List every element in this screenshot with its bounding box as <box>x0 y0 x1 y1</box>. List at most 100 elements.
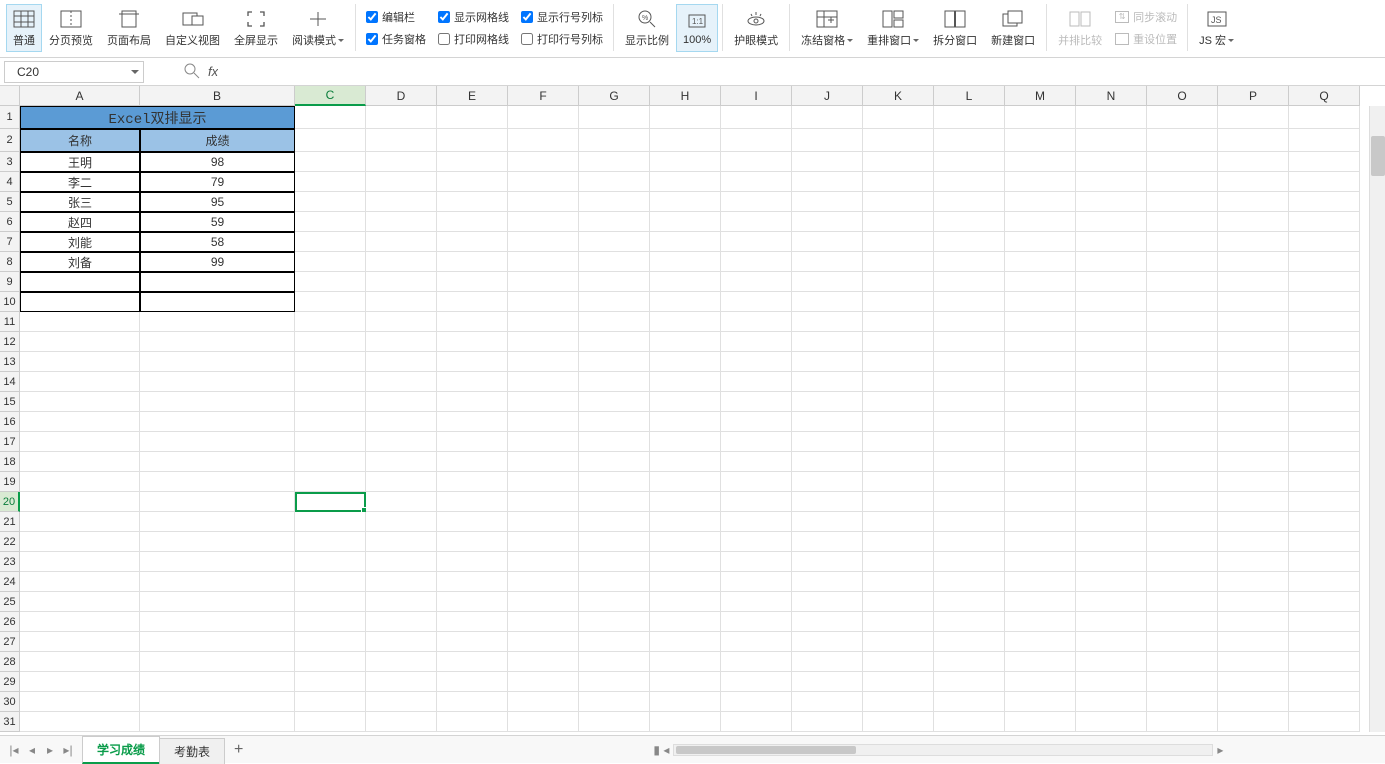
cell[interactable] <box>792 652 863 672</box>
cell[interactable] <box>366 552 437 572</box>
cell[interactable] <box>140 612 295 632</box>
cell[interactable] <box>1218 352 1289 372</box>
cell[interactable] <box>366 572 437 592</box>
cell[interactable] <box>863 152 934 172</box>
cell[interactable] <box>508 352 579 372</box>
cell[interactable] <box>650 152 721 172</box>
formula-input[interactable] <box>218 63 1218 81</box>
cell[interactable] <box>1076 372 1147 392</box>
cell[interactable] <box>1289 552 1360 572</box>
cell[interactable] <box>437 592 508 612</box>
cell[interactable] <box>508 232 579 252</box>
cell[interactable] <box>437 492 508 512</box>
cell[interactable] <box>650 432 721 452</box>
cell[interactable] <box>1289 412 1360 432</box>
cell[interactable] <box>863 552 934 572</box>
cell[interactable] <box>792 432 863 452</box>
cell[interactable] <box>934 532 1005 552</box>
cell[interactable] <box>1147 192 1218 212</box>
cell[interactable] <box>934 672 1005 692</box>
cell[interactable] <box>1005 172 1076 192</box>
cell[interactable] <box>792 312 863 332</box>
cell[interactable] <box>863 692 934 712</box>
newwindow-button[interactable]: 新建窗口 <box>984 4 1042 52</box>
cell[interactable] <box>508 552 579 572</box>
cell[interactable] <box>366 532 437 552</box>
cell[interactable] <box>650 452 721 472</box>
cell[interactable] <box>20 332 140 352</box>
row-header-2[interactable]: 2 <box>0 129 20 152</box>
cell[interactable] <box>1218 332 1289 352</box>
cell[interactable] <box>1289 152 1360 172</box>
cell[interactable] <box>1289 432 1360 452</box>
cell[interactable] <box>366 472 437 492</box>
cell[interactable] <box>934 352 1005 372</box>
cell[interactable] <box>1147 392 1218 412</box>
cell[interactable] <box>366 612 437 632</box>
cell[interactable] <box>792 612 863 632</box>
cell[interactable] <box>579 392 650 412</box>
cell[interactable] <box>437 172 508 192</box>
cell[interactable] <box>1076 712 1147 732</box>
cell[interactable] <box>295 192 366 212</box>
cell[interactable] <box>1076 612 1147 632</box>
cell[interactable] <box>1147 372 1218 392</box>
cell[interactable] <box>579 412 650 432</box>
cell[interactable] <box>140 552 295 572</box>
cell[interactable] <box>437 129 508 152</box>
cell[interactable] <box>650 572 721 592</box>
cell[interactable] <box>1218 592 1289 612</box>
cell[interactable] <box>1076 432 1147 452</box>
cell[interactable] <box>295 552 366 572</box>
cell[interactable] <box>437 252 508 272</box>
cell[interactable] <box>1147 632 1218 652</box>
cell[interactable] <box>1076 392 1147 412</box>
row-header-24[interactable]: 24 <box>0 572 20 592</box>
cell[interactable] <box>1005 572 1076 592</box>
cell[interactable] <box>721 512 792 532</box>
cell[interactable] <box>721 432 792 452</box>
cell[interactable] <box>366 232 437 252</box>
row-header-22[interactable]: 22 <box>0 532 20 552</box>
cell[interactable] <box>650 212 721 232</box>
cell[interactable] <box>20 552 140 572</box>
cell[interactable] <box>1218 712 1289 732</box>
cell[interactable] <box>579 432 650 452</box>
cell[interactable] <box>508 632 579 652</box>
cell[interactable] <box>1289 192 1360 212</box>
cell[interactable] <box>721 392 792 412</box>
cell[interactable] <box>508 572 579 592</box>
cell[interactable] <box>721 352 792 372</box>
cell[interactable] <box>1147 172 1218 192</box>
row-header-29[interactable]: 29 <box>0 672 20 692</box>
cell[interactable] <box>792 292 863 312</box>
cell[interactable] <box>1076 106 1147 129</box>
cell[interactable] <box>1076 472 1147 492</box>
cell[interactable] <box>1005 292 1076 312</box>
cell[interactable] <box>508 532 579 552</box>
cell[interactable] <box>20 272 140 292</box>
cell[interactable] <box>1005 412 1076 432</box>
cell[interactable] <box>1005 512 1076 532</box>
cell[interactable] <box>20 412 140 432</box>
cell[interactable] <box>1147 129 1218 152</box>
row-header-10[interactable]: 10 <box>0 292 20 312</box>
cell[interactable] <box>1218 312 1289 332</box>
cell[interactable] <box>934 472 1005 492</box>
cell[interactable] <box>20 632 140 652</box>
cell[interactable] <box>721 572 792 592</box>
cell[interactable] <box>20 352 140 372</box>
cell[interactable] <box>863 129 934 152</box>
cell[interactable] <box>20 652 140 672</box>
cell[interactable] <box>295 172 366 192</box>
cell[interactable] <box>366 106 437 129</box>
col-header-A[interactable]: A <box>20 86 140 106</box>
cell[interactable] <box>1005 552 1076 572</box>
cell[interactable] <box>1076 152 1147 172</box>
cell[interactable] <box>934 106 1005 129</box>
cell[interactable] <box>1289 312 1360 332</box>
cell[interactable] <box>295 152 366 172</box>
cell[interactable] <box>1218 252 1289 272</box>
cell[interactable] <box>437 632 508 652</box>
cell[interactable] <box>650 232 721 252</box>
